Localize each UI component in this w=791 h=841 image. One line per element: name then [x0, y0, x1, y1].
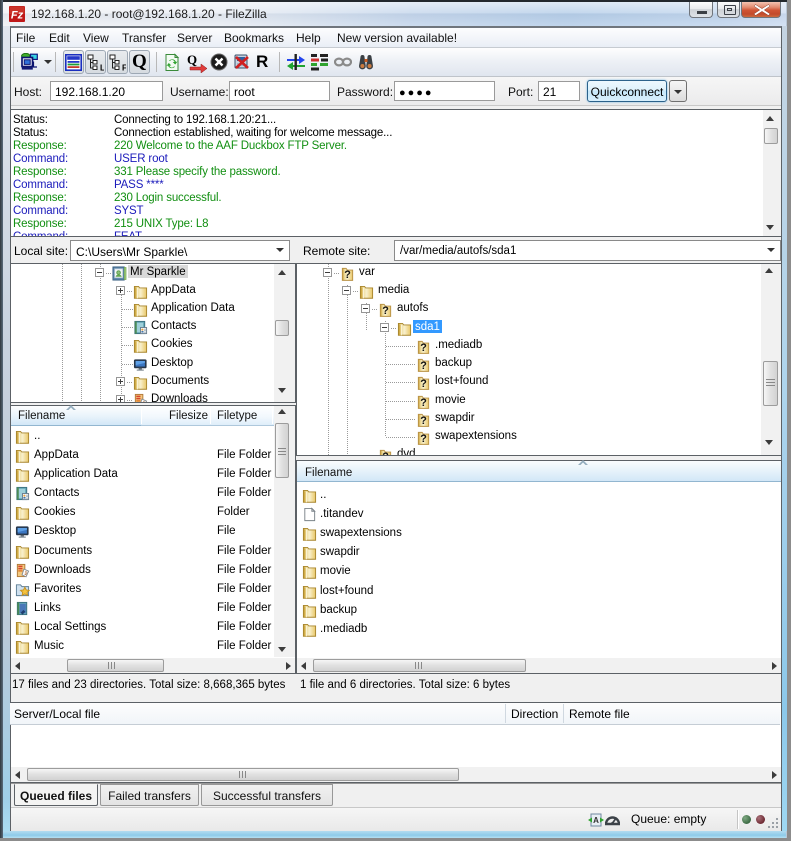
svg-text:L: L [100, 64, 104, 72]
svg-text:A: A [593, 816, 599, 825]
svg-text:Q: Q [187, 52, 197, 67]
svg-text:F: F [122, 64, 126, 72]
